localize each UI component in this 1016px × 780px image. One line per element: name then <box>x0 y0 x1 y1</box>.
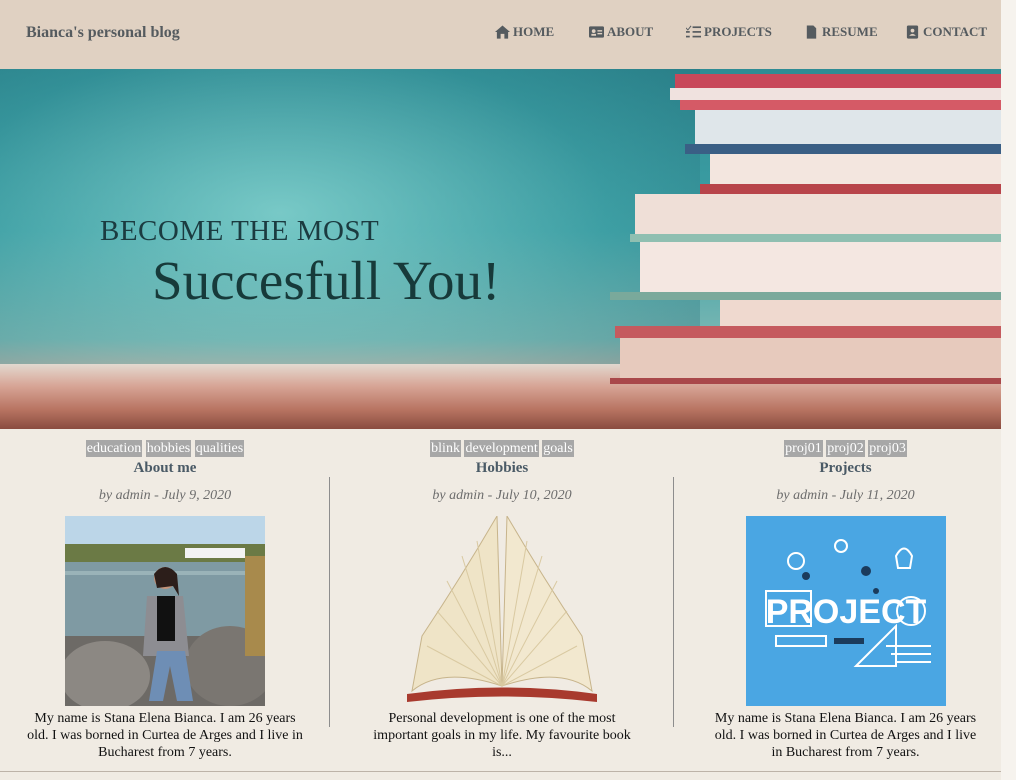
tag-link[interactable]: education <box>85 440 143 457</box>
post-tags: education hobbies qualities <box>0 440 330 460</box>
post-tags: blink development goals <box>330 440 674 460</box>
portrait-photo[interactable] <box>65 516 265 706</box>
home-icon <box>495 25 510 39</box>
nav-about[interactable]: ABOUT <box>589 24 653 40</box>
project-image-text: PROJECT <box>765 593 926 631</box>
project-illustration[interactable]: PROJECT <box>745 516 946 706</box>
nav-projects[interactable]: PROJECTS <box>686 24 772 40</box>
portrait-photo-art <box>65 516 265 706</box>
nav-resume-label: RESUME <box>822 24 878 39</box>
tag-link[interactable]: qualities <box>194 440 245 457</box>
open-book-art <box>402 516 602 706</box>
open-book-image[interactable] <box>402 516 602 706</box>
post-tags: proj01 proj02 proj03 <box>674 440 1016 460</box>
hero-headline: Succesfull You! <box>152 250 501 311</box>
nav-contact-label: CONTACT <box>923 24 988 39</box>
post-title[interactable]: Projects <box>674 460 1016 482</box>
tag-link[interactable]: development <box>464 440 539 457</box>
tag-link[interactable]: proj01 <box>784 440 823 457</box>
nav-home[interactable]: HOME <box>495 24 554 40</box>
books-stack-image <box>610 74 1001 384</box>
tag-link[interactable]: hobbies <box>145 440 192 457</box>
nav-home-label: HOME <box>513 24 555 39</box>
contact-book-icon <box>906 25 919 39</box>
nav-resume[interactable]: RESUME <box>804 24 878 40</box>
post-card-about: education hobbies qualities About me by … <box>0 440 330 770</box>
post-title[interactable]: About me <box>0 460 330 482</box>
tag-link[interactable]: goals <box>542 440 574 457</box>
id-card-icon <box>589 26 604 38</box>
post-byline: by admin - July 11, 2020 <box>776 488 915 503</box>
tag-link[interactable]: proj02 <box>826 440 865 457</box>
nav-about-label: ABOUT <box>607 24 654 39</box>
hero-banner: BECOME THE MOST Succesfull You! <box>0 69 1001 429</box>
site-header: Bianca's personal blog HOME ABOUT PROJEC… <box>0 0 1001 69</box>
footer-rule <box>0 771 1001 772</box>
post-card-projects: proj01 proj02 proj03 Projects by admin -… <box>674 440 1016 770</box>
post-byline: by admin - July 10, 2020 <box>432 488 572 503</box>
post-title[interactable]: Hobbies <box>330 460 674 482</box>
post-card-hobbies: blink development goals Hobbies by admin… <box>330 440 674 770</box>
list-check-icon <box>686 25 701 38</box>
post-excerpt: My name is Stana Elena Bianca. I am 26 y… <box>714 711 977 760</box>
nav-contact[interactable]: CONTACT <box>905 24 987 40</box>
tag-link[interactable]: blink <box>430 440 461 457</box>
main-nav: HOME ABOUT PROJECTS RESUME CONTACT <box>0 24 1001 44</box>
project-illustration-art: PROJECT <box>745 516 946 706</box>
hero-tagline: BECOME THE MOST <box>100 215 380 247</box>
nav-projects-label: PROJECTS <box>704 24 772 39</box>
post-excerpt: Personal development is one of the most … <box>373 711 631 760</box>
file-icon <box>806 25 817 39</box>
post-byline: by admin - July 9, 2020 <box>98 488 232 503</box>
tag-link[interactable]: proj03 <box>868 440 907 457</box>
post-excerpt: My name is Stana Elena Bianca. I am 26 y… <box>27 711 303 760</box>
